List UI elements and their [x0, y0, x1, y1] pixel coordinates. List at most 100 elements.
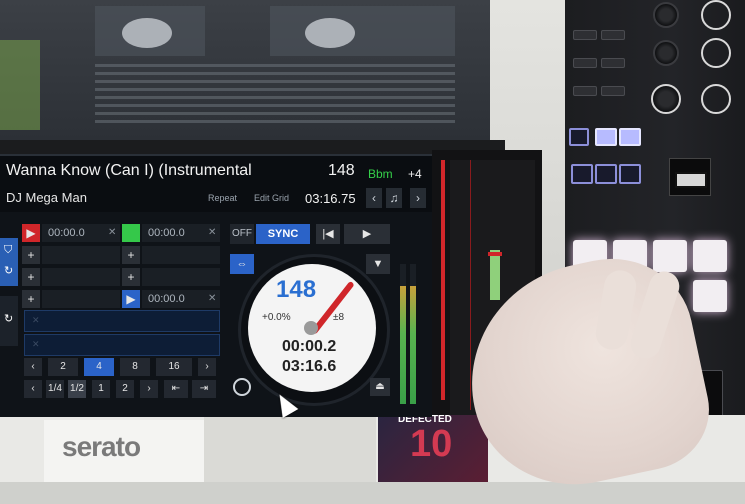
waveform-playhead [441, 160, 445, 400]
close-icon[interactable]: ✕ [208, 224, 216, 242]
next-icon[interactable]: › [410, 188, 426, 208]
waveform-marker [488, 252, 502, 256]
time-elapsed: 00:00.2 [282, 338, 337, 355]
laptop-library-row [95, 88, 455, 91]
knob[interactable] [701, 38, 731, 68]
knob[interactable] [701, 84, 731, 114]
loop-slot-1[interactable] [24, 310, 220, 332]
track-key: Bbm [368, 167, 393, 181]
performance-pad[interactable] [653, 240, 687, 272]
play-icon[interactable]: ▶ [344, 224, 390, 244]
controller-button[interactable] [601, 30, 625, 40]
controller-button[interactable] [571, 164, 593, 184]
knob[interactable] [653, 40, 679, 66]
laptop-bezel [0, 140, 505, 154]
pitch-bend-icon[interactable]: ▼ [366, 254, 390, 274]
close-icon[interactable]: ✕ [108, 224, 116, 242]
shield-icon: ⛉ [4, 244, 13, 256]
loop-halve-button[interactable]: ‹ [24, 358, 42, 376]
auto-loop-half-button[interactable]: 1/2 [68, 380, 86, 398]
time-remaining: 03:16.6 [282, 358, 337, 375]
sleeve-number: 10 [410, 423, 453, 465]
repeat-button[interactable]: Repeat [208, 193, 237, 203]
cue-6-time [142, 268, 220, 286]
key-lock-icon[interactable]: ⇔ [230, 254, 254, 274]
controller-button[interactable] [569, 128, 589, 146]
cue-8-button[interactable]: ▶ [122, 290, 140, 308]
prev-icon[interactable]: ‹ [366, 188, 382, 208]
deck-side-tab[interactable]: ↻ [0, 296, 18, 346]
loop-slot-2[interactable] [24, 334, 220, 356]
crossfader-cap[interactable] [675, 172, 707, 188]
auto-loop-quarter-button[interactable]: 1/4 [46, 380, 64, 398]
track-bpm: 148 [328, 162, 355, 179]
add-cue-5-button[interactable]: + [22, 268, 40, 286]
loop-double-button[interactable]: › [140, 380, 158, 398]
close-icon[interactable]: ✕ [32, 339, 40, 350]
performance-pad[interactable] [693, 240, 727, 272]
laptop-virtual-deck-left [122, 18, 172, 48]
deck-side-tab-active[interactable]: ⛉ ↻ [0, 238, 18, 286]
track-title: Wanna Know (Can I) (Instrumental [6, 162, 252, 179]
loop-shift-back-button[interactable]: ⇤ [164, 380, 188, 398]
controller-button[interactable] [619, 128, 641, 146]
controller-button[interactable] [619, 164, 641, 184]
loop-icon: ↻ [4, 313, 14, 325]
loop-double-button[interactable]: › [198, 358, 216, 376]
add-cue-4-button[interactable]: + [122, 246, 140, 264]
controller-button[interactable] [573, 86, 597, 96]
waveform-peak [490, 250, 500, 300]
add-cue-7-button[interactable]: + [22, 290, 40, 308]
loop-halve-button[interactable]: ‹ [24, 380, 42, 398]
cue-7-time [42, 290, 120, 308]
laptop-library-row [95, 96, 455, 99]
auto-loop-2-button[interactable]: 2 [116, 380, 134, 398]
laptop-virtual-deck-right [305, 18, 355, 48]
controller-button[interactable] [595, 164, 617, 184]
add-cue-3-button[interactable]: + [22, 246, 40, 264]
add-cue-6-button[interactable]: + [122, 268, 140, 286]
laptop-library-row [95, 80, 455, 83]
previous-track-icon[interactable]: |◀ [316, 224, 340, 244]
waveform-axis [470, 160, 471, 410]
close-icon[interactable]: ✕ [32, 315, 40, 326]
laptop-screen [0, 0, 490, 150]
platter-center [304, 321, 318, 335]
laptop-library-row [95, 112, 455, 115]
censor-icon[interactable] [233, 378, 251, 396]
knob[interactable] [653, 2, 679, 28]
level-meter-right [410, 264, 416, 404]
sync-button[interactable]: SYNC [256, 224, 310, 244]
cue-1-button[interactable]: ▶ [22, 224, 40, 242]
auto-loop-16-button[interactable]: 16 [156, 358, 192, 376]
laptop-screen-glare [0, 40, 40, 130]
laptop-library-row [95, 72, 455, 75]
cue-4-time [142, 246, 220, 264]
eject-icon[interactable]: ⏏ [370, 378, 390, 396]
sync-loop-icon: ↻ [4, 265, 14, 277]
auto-loop-8-button[interactable]: 8 [120, 358, 150, 376]
sync-off-button[interactable]: OFF [230, 224, 254, 244]
controller-button[interactable] [573, 58, 597, 68]
auto-loop-4-button[interactable]: 4 [84, 358, 114, 376]
controller-button[interactable] [601, 86, 625, 96]
track-time-remaining: 03:16.75 [305, 191, 356, 206]
controller-button[interactable] [573, 30, 597, 40]
loop-shift-forward-button[interactable]: ⇥ [192, 380, 216, 398]
knob[interactable] [701, 0, 731, 30]
auto-loop-1-button[interactable]: 1 [92, 380, 110, 398]
close-icon[interactable]: ✕ [208, 290, 216, 308]
controller-button[interactable] [601, 58, 625, 68]
auto-loop-2-button[interactable]: 2 [48, 358, 78, 376]
serato-deck-panel: Wanna Know (Can I) (Instrumental DJ Mega… [0, 154, 432, 417]
performance-pad[interactable] [693, 280, 727, 312]
level-meter-left [400, 264, 406, 404]
cue-5-time [42, 268, 120, 286]
edit-grid-button[interactable]: Edit Grid [254, 193, 289, 203]
cue-2-button[interactable] [122, 224, 140, 242]
controller-button[interactable] [595, 128, 617, 146]
note-icon[interactable]: ♫ [386, 188, 402, 208]
knob[interactable] [651, 84, 681, 114]
laptop-library-row [95, 104, 455, 107]
laptop-deck-panel-right [270, 6, 455, 56]
